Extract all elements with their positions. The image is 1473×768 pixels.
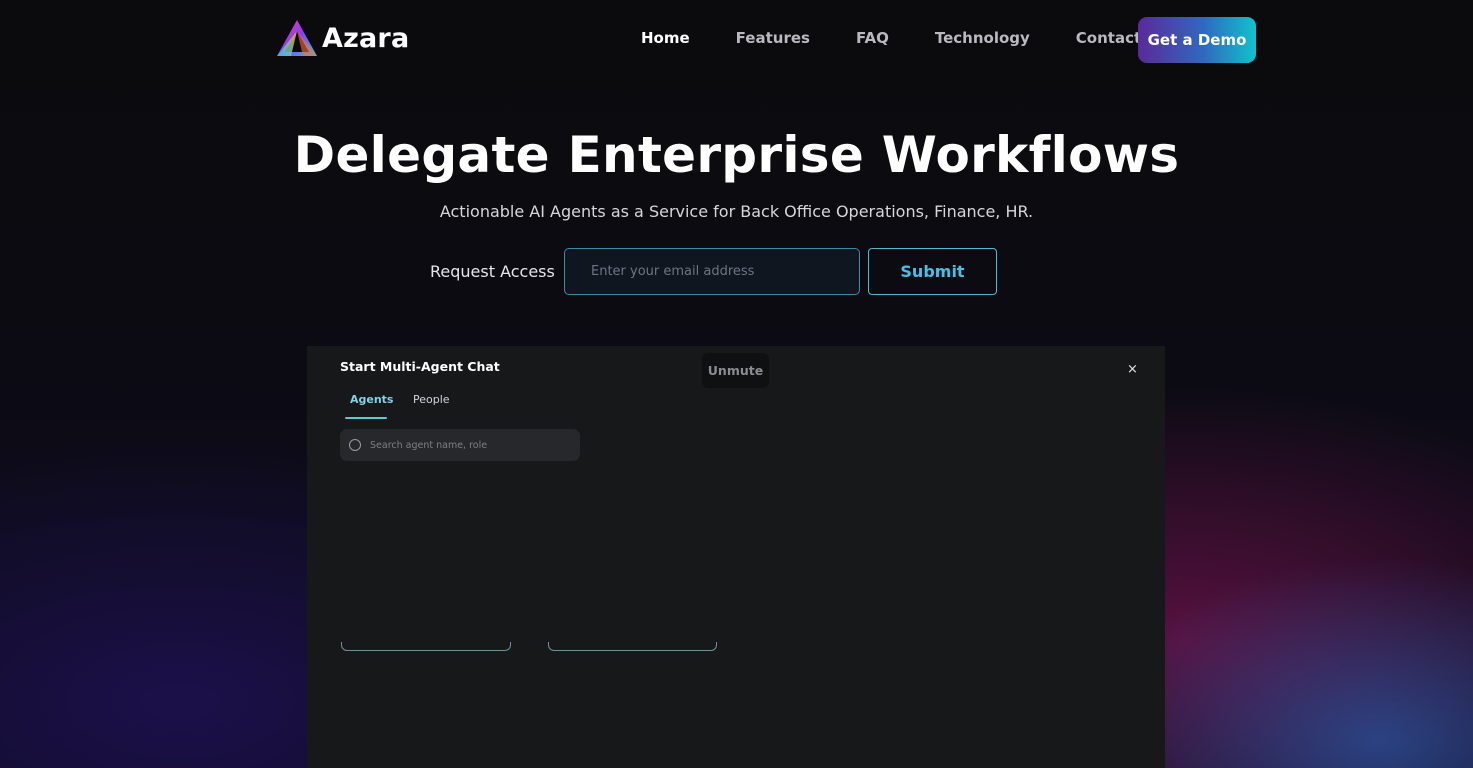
nav-features[interactable]: Features (736, 29, 810, 47)
close-icon[interactable]: × (1127, 362, 1138, 377)
tab-agents[interactable]: Agents (350, 393, 393, 406)
search-icon (349, 439, 361, 451)
modal-title: Start Multi-Agent Chat (340, 359, 500, 374)
nav-home[interactable]: Home (641, 29, 690, 47)
hero-subtitle: Actionable AI Agents as a Service for Ba… (439, 202, 1034, 221)
unmute-button[interactable]: Unmute (702, 353, 769, 388)
tab-people[interactable]: People (413, 393, 450, 406)
active-tab-indicator (345, 417, 387, 419)
nav-contact[interactable]: Contact (1076, 29, 1141, 47)
request-access-label: Request Access (430, 262, 555, 281)
azara-logo-icon (277, 20, 317, 56)
brand-name: Azara (322, 22, 410, 54)
submit-button[interactable]: Submit (868, 248, 997, 295)
top-navbar: Azara Home Features FAQ Technology Conta… (0, 0, 1473, 80)
demo-video[interactable]: Start Multi-Agent Chat Unmute × Agents P… (307, 346, 1165, 768)
nav-technology[interactable]: Technology (935, 29, 1030, 47)
agent-search-input[interactable] (370, 439, 560, 451)
agent-search-box[interactable] (340, 429, 580, 461)
email-input[interactable] (564, 248, 860, 295)
nav-links: Home Features FAQ Technology Contact (641, 29, 1141, 47)
brand-logo[interactable]: Azara (276, 18, 409, 58)
agent-card-edge (548, 642, 717, 651)
agent-card-edge (341, 642, 511, 651)
nav-faq[interactable]: FAQ (856, 29, 889, 47)
hero-title: Delegate Enterprise Workflows (293, 126, 1180, 184)
get-a-demo-button[interactable]: Get a Demo (1138, 17, 1256, 63)
